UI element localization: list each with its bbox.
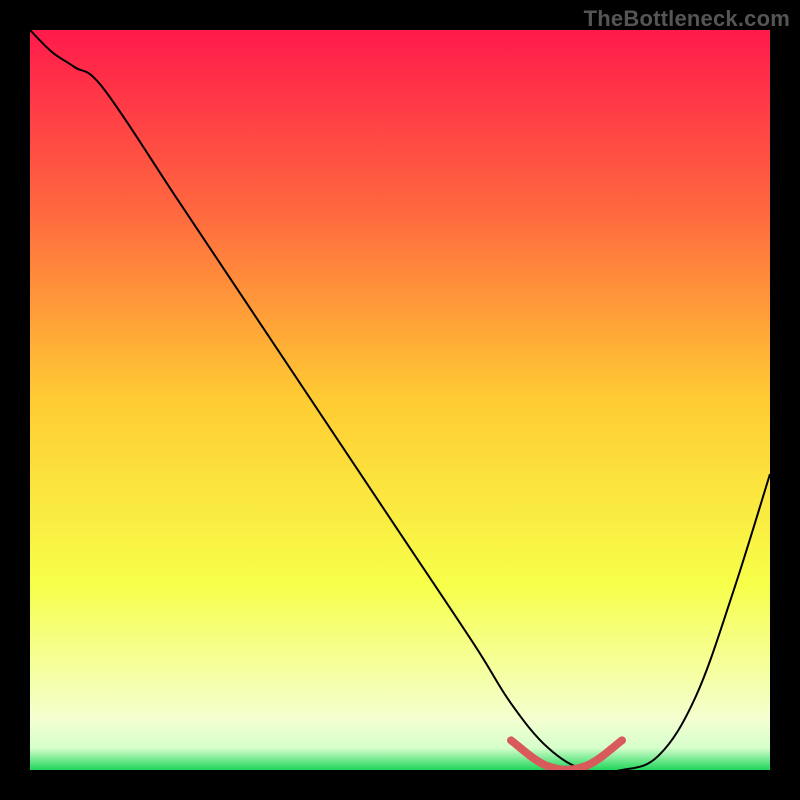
watermark-text: TheBottleneck.com bbox=[584, 6, 790, 32]
plot-area bbox=[30, 30, 770, 770]
curves-layer bbox=[30, 30, 770, 770]
highlight-flat bbox=[511, 740, 622, 769]
chart-container: TheBottleneck.com bbox=[0, 0, 800, 800]
bottleneck-curve bbox=[30, 30, 770, 770]
